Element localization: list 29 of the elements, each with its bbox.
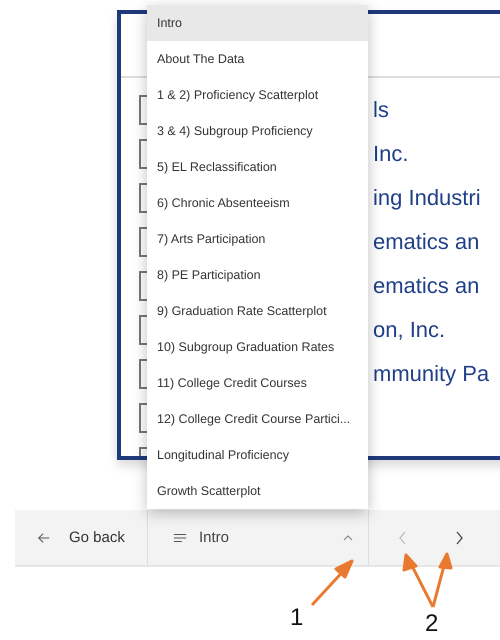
menu-item[interactable]: 8) PE Participation bbox=[147, 257, 368, 293]
menu-item[interactable]: Intro bbox=[147, 5, 368, 41]
menu-item[interactable]: 6) Chronic Absenteeism bbox=[147, 185, 368, 221]
list-item-text: ls bbox=[373, 97, 389, 123]
menu-item[interactable]: 1 & 2) Proficiency Scatterplot bbox=[147, 77, 368, 113]
annotation-arrow bbox=[402, 552, 452, 608]
list-item-text: ematics an bbox=[373, 273, 480, 299]
menu-item[interactable]: 5) EL Reclassification bbox=[147, 149, 368, 185]
menu-item[interactable]: Growth Scatterplot bbox=[147, 473, 368, 509]
chevron-right-icon bbox=[454, 530, 464, 546]
menu-item[interactable]: About The Data bbox=[147, 41, 368, 77]
list-item-text: ing Industri bbox=[373, 185, 481, 211]
chevron-left-icon bbox=[398, 530, 408, 546]
menu-item[interactable]: 10) Subgroup Graduation Rates bbox=[147, 329, 368, 365]
menu-item[interactable]: 9) Graduation Rate Scatterplot bbox=[147, 293, 368, 329]
annotation-number: 1 bbox=[290, 606, 304, 630]
list-item-text: on, Inc. bbox=[373, 317, 446, 343]
annotation-number: 2 bbox=[425, 612, 438, 636]
list-item-text: ematics an bbox=[373, 229, 480, 255]
menu-item[interactable]: 7) Arts Participation bbox=[147, 221, 368, 257]
menu-item[interactable]: 12) College Credit Course Partici... bbox=[147, 401, 368, 437]
list-item-text: mmunity Pa bbox=[373, 361, 490, 387]
menu-item[interactable]: 3 & 4) Subgroup Proficiency bbox=[147, 113, 368, 149]
menu-item[interactable]: Longitudinal Proficiency bbox=[147, 437, 368, 473]
annotation-arrow bbox=[310, 560, 354, 606]
list-item-text: Inc. bbox=[373, 141, 408, 167]
go-back-button[interactable]: Go back bbox=[15, 510, 147, 565]
back-arrow-icon bbox=[37, 530, 51, 544]
menu-item[interactable]: 11) College Credit Courses bbox=[147, 365, 368, 401]
